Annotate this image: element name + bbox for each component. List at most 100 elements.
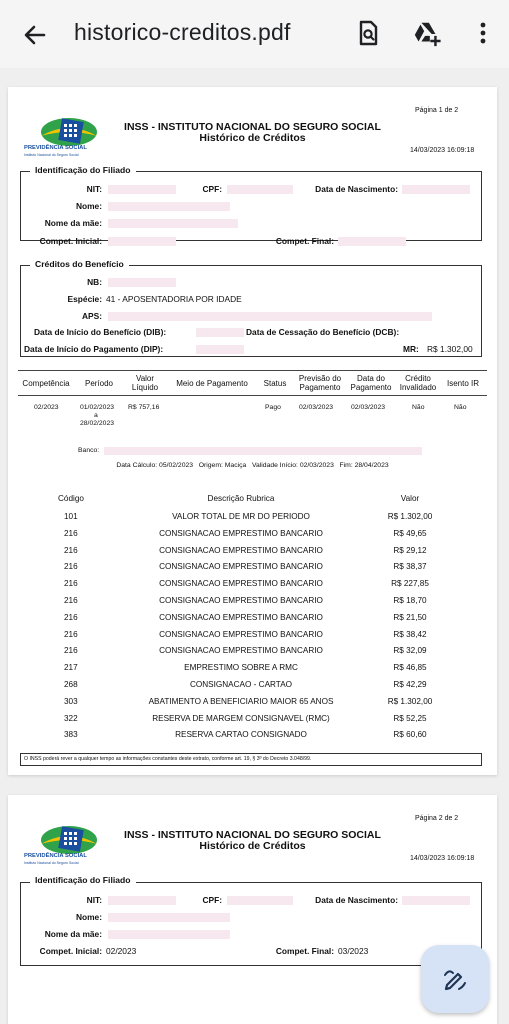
redacted-mae: [108, 219, 238, 228]
rubrica-codigo: 216: [64, 596, 78, 605]
comp-final-value: 03/2023: [338, 946, 369, 956]
redacted-dip: [196, 345, 244, 354]
th-periodo: Período: [84, 379, 114, 388]
table-top-line: [18, 370, 487, 371]
rub-header-valor: Valor: [400, 494, 420, 503]
comp-inicial-label: Compet. Inicial:: [39, 946, 102, 956]
redacted-comp-final: [338, 237, 406, 246]
redacted-dib: [196, 328, 244, 337]
cell-valor: R$ 757,16: [128, 404, 160, 411]
rubrica-codigo: 322: [64, 713, 78, 723]
mr-label: MR:: [403, 344, 419, 354]
th-previsao: Previsão do Pagamento: [298, 374, 342, 392]
rubrica-descricao: CONSIGNACAO EMPRESTIMO BANCARIO: [159, 528, 323, 538]
nascimento-label: Data de Nascimento:: [315, 184, 398, 194]
rub-header-descricao: Descrição Rubrica: [207, 494, 275, 503]
cpf-label: CPF:: [202, 184, 222, 194]
redacted-mae: [108, 930, 230, 939]
calc-line: Data Cálculo: 05/02/2023 Origem: Maciça …: [116, 462, 389, 469]
comp-inicial-label: Compet. Inicial:: [39, 236, 102, 246]
more-vert-icon[interactable]: [468, 18, 498, 48]
rubrica-valor: R$ 46,85: [393, 663, 427, 673]
rubrica-codigo: 101: [64, 512, 78, 521]
logo-text: PREVIDÊNCIA SOCIAL: [24, 853, 87, 859]
table-header-line: [18, 395, 487, 396]
redacted-nb: [108, 278, 176, 287]
rubrica-codigo: 216: [64, 545, 78, 555]
edit-fab-button[interactable]: [421, 945, 489, 1013]
redacted-nome: [108, 913, 230, 922]
arrow-back-icon[interactable]: [18, 18, 52, 52]
redacted-nit: [108, 185, 176, 194]
rubrica-codigo: 216: [64, 562, 78, 572]
cell-periodo-ini: 01/02/2023: [80, 404, 115, 411]
rubrica-descricao: CONSIGNACAO EMPRESTIMO BANCARIO: [159, 545, 323, 555]
redacted-nascimento: [402, 185, 470, 194]
redacted-nome: [108, 202, 230, 211]
app-toolbar: historico-creditos.pdf: [0, 0, 509, 68]
th-invalidado: Crédito Invalidado: [399, 374, 437, 392]
comp-final-label: Compet. Final:: [275, 236, 334, 246]
pdf-page-1: PREVIDÊNCIA SOCIAL Instituto Nacional do…: [8, 87, 497, 775]
nome-label: Nome:: [75, 912, 102, 922]
edit-pen-icon: [444, 970, 466, 991]
rubrica-descricao: CONSIGNACAO EMPRESTIMO BANCARIO: [159, 596, 323, 605]
document-title: historico-creditos.pdf: [74, 19, 291, 45]
mr-value: R$ 1.302,00: [427, 344, 473, 354]
beneficio-legend: Créditos do Benefício: [30, 259, 129, 269]
redacted-nit: [108, 896, 176, 905]
rubrica-descricao: CONSIGNACAO EMPRESTIMO BANCARIO: [159, 579, 323, 589]
rubrica-descricao: CONSIGNACAO EMPRESTIMO BANCARIO: [159, 612, 323, 622]
aps-label: APS:: [81, 311, 102, 321]
rubrica-valor: R$ 42,29: [393, 680, 427, 689]
th-meio: Meio de Pagamento: [176, 379, 248, 388]
rubrica-valor: R$ 227,85: [391, 579, 429, 589]
dib-label: Data de Início do Benefício (DIB):: [34, 327, 167, 337]
drive-add-icon[interactable]: [412, 18, 442, 48]
nb-label: NB:: [87, 277, 102, 287]
rubrica-codigo: 383: [64, 730, 78, 740]
th-valor: Valor Líquido: [131, 374, 159, 392]
nascimento-label: Data de Nascimento:: [315, 895, 398, 905]
rubrica-descricao: VALOR TOTAL DE MR DO PERIODO: [172, 512, 310, 521]
comp-final-label: Compet. Final:: [275, 946, 334, 956]
rubrica-codigo: 216: [64, 612, 78, 622]
redacted-nascimento: [402, 896, 470, 905]
rub-header-codigo: Código: [58, 494, 84, 503]
dip-label: Data de Início do Pagamento (DIP):: [24, 344, 164, 354]
rubrica-descricao: RESERVA DE MARGEM CONSIGNAVEL (RMC): [152, 713, 330, 723]
rubrica-valor: R$ 18,70: [393, 596, 427, 605]
redacted-comp-inicial: [108, 237, 176, 246]
rubrica-valor: R$ 29,12: [393, 545, 427, 555]
logo-text: PREVIDÊNCIA SOCIAL: [24, 145, 87, 151]
cell-previsao: 02/03/2023: [299, 404, 334, 411]
rubrica-descricao: CONSIGNACAO EMPRESTIMO BANCARIO: [159, 562, 323, 572]
redacted-cpf: [227, 896, 293, 905]
nit-label: NIT:: [86, 895, 102, 905]
especie-label: Espécie:: [67, 294, 102, 304]
rubrica-valor: R$ 21,50: [393, 612, 427, 622]
dcb-label: Data de Cessação do Benefício (DCB):: [246, 327, 400, 337]
document-search-icon[interactable]: [353, 18, 383, 48]
cell-periodo-fim: 28/02/2023: [80, 420, 115, 427]
rubrica-valor: R$ 1.302,00: [387, 696, 433, 706]
redacted-aps: [108, 312, 432, 321]
cell-data-pagamento: 02/03/2023: [351, 404, 386, 411]
rubrica-codigo: 216: [64, 579, 78, 589]
th-isento: Isento IR: [446, 379, 479, 388]
cell-isento: Não: [454, 404, 467, 411]
cell-status: Pago: [265, 404, 281, 411]
th-status: Status: [263, 379, 287, 388]
th-competencia: Competência: [22, 379, 70, 388]
rubrica-descricao: EMPRESTIMO SOBRE A RMC: [184, 663, 298, 673]
page-label: Página 2 de 2: [415, 815, 459, 822]
print-datetime: 14/03/2023 16:09:18: [410, 855, 475, 862]
redacted-cpf: [227, 185, 293, 194]
rubrica-descricao: CONSIGNACAO EMPRESTIMO BANCARIO: [159, 629, 323, 639]
rubrica-valor: R$ 32,09: [393, 646, 427, 656]
rubrica-valor: R$ 49,65: [393, 528, 427, 538]
logo-subtitle: Instituto Nacional do Seguro Social: [24, 153, 79, 157]
nome-label: Nome:: [75, 201, 102, 211]
rubrica-valor: R$ 38,42: [393, 629, 427, 639]
rubrica-codigo: 303: [64, 696, 78, 706]
